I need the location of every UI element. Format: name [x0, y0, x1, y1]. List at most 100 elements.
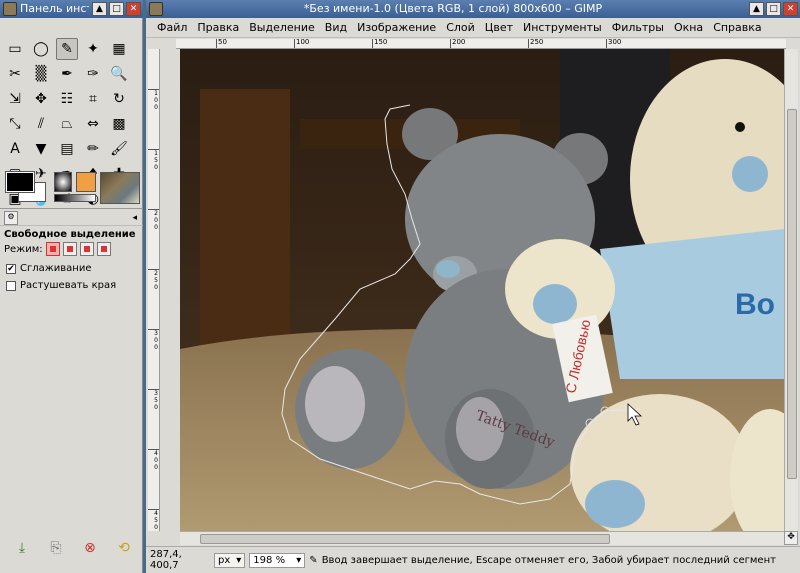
- fuzzy-select-icon[interactable]: ✦: [82, 38, 104, 60]
- active-image-thumbnail[interactable]: [100, 172, 140, 204]
- antialias-checkbox[interactable]: ✔: [6, 263, 16, 274]
- menu-item[interactable]: Справка: [708, 21, 766, 34]
- ruler-tick-label: 50: [216, 39, 227, 48]
- blend-icon[interactable]: ▤: [56, 138, 78, 160]
- minimize-button[interactable]: ▲: [749, 2, 764, 16]
- bucket-fill-icon[interactable]: ▼: [30, 138, 52, 160]
- text-icon[interactable]: A: [4, 138, 26, 160]
- crop-icon[interactable]: ⌗: [82, 88, 104, 110]
- flip-icon[interactable]: ⇔: [82, 113, 104, 135]
- maximize-button[interactable]: □: [766, 2, 781, 16]
- feather-option[interactable]: Растушевать края: [6, 280, 116, 291]
- menu-item[interactable]: Фильтры: [607, 21, 669, 34]
- close-button[interactable]: ✕: [126, 2, 141, 16]
- ruler-tick-label: 2 0 0: [148, 209, 159, 231]
- tool-options-bottom-bar: ⤓ ⎘ ⊗ ⟲: [14, 540, 132, 556]
- gimp-app-icon: [149, 2, 163, 16]
- image-titlebar[interactable]: *Без имени-1.0 (Цвета RGB, 1 слой) 800x6…: [146, 0, 800, 18]
- scissors-select-icon[interactable]: ✂: [4, 63, 26, 85]
- horizontal-scroll-thumb[interactable]: [200, 534, 610, 544]
- ruler-tick-label: 2 5 0: [148, 269, 159, 291]
- minimize-button[interactable]: ▲: [92, 2, 107, 16]
- zoom-value: 198 %: [253, 554, 286, 566]
- ruler-tick-label: 100: [294, 39, 310, 48]
- delete-options-icon[interactable]: ⊗: [82, 540, 98, 556]
- horizontal-scrollbar[interactable]: [180, 531, 784, 545]
- color-picker-icon[interactable]: ✑: [82, 63, 104, 85]
- image-canvas[interactable]: Tatty Teddy Bo С Любовью: [180, 49, 784, 531]
- mode-intersect-button[interactable]: [96, 242, 111, 256]
- scale-icon[interactable]: ⤡: [4, 113, 26, 135]
- menu-item[interactable]: Цвет: [480, 21, 518, 34]
- maximize-button[interactable]: □: [109, 2, 124, 16]
- menu-item[interactable]: Файл: [152, 21, 192, 34]
- lasso-icon: ✎: [309, 554, 318, 566]
- zoom-icon[interactable]: 🔍: [108, 63, 130, 85]
- vertical-ruler[interactable]: 1 0 0 1 5 0 2 0 0 2 5 0 3 0 0 3 5 0 4 0 0 4 5 0: [148, 49, 160, 531]
- gradient-preview[interactable]: [54, 194, 96, 202]
- color-select-icon[interactable]: ▦: [108, 38, 130, 60]
- mode-replace-button[interactable]: [45, 242, 60, 256]
- menu-item[interactable]: Изображение: [352, 21, 441, 34]
- menu-item[interactable]: Вид: [320, 21, 352, 34]
- ruler-tick-label: 1 5 0: [148, 149, 159, 171]
- foreground-color-swatch[interactable]: [5, 171, 35, 193]
- mode-add-button[interactable]: [62, 242, 77, 256]
- zoom-selector[interactable]: 198 % ▾: [249, 552, 306, 568]
- tool-options-title: Свободное выделение: [4, 229, 136, 240]
- ruler-tick-label: 4 0 0: [148, 449, 159, 471]
- ruler-tick-label: 150: [372, 39, 388, 48]
- navigate-button[interactable]: ✥: [784, 531, 798, 545]
- pointer-coordinates: 287,4, 400,7: [150, 549, 182, 571]
- tool-options-tab-icon[interactable]: ⚙: [4, 211, 18, 225]
- ruler-tick-label: 200: [450, 39, 466, 48]
- menu-item[interactable]: Окна: [669, 21, 708, 34]
- rotate-icon[interactable]: ↻: [108, 88, 130, 110]
- save-options-icon[interactable]: ⤓: [14, 540, 30, 556]
- foreground-select-icon[interactable]: ▒: [30, 63, 52, 85]
- mode-subtract-button[interactable]: [79, 242, 94, 256]
- ellipse-select-icon[interactable]: ◯: [30, 38, 52, 60]
- wood-panel: [200, 89, 290, 349]
- ruler-tick-label: 250: [528, 39, 544, 48]
- menu-item[interactable]: Слой: [441, 21, 480, 34]
- restore-options-icon[interactable]: ⎘: [48, 540, 64, 556]
- close-button[interactable]: ✕: [783, 2, 798, 16]
- pattern-preview[interactable]: [76, 172, 96, 192]
- align-icon[interactable]: ☷: [56, 88, 78, 110]
- chevron-down-icon: ▾: [296, 554, 302, 566]
- paths-icon[interactable]: ✒: [56, 63, 78, 85]
- reset-options-icon[interactable]: ⟲: [116, 540, 132, 556]
- brush-preview[interactable]: [54, 172, 72, 192]
- shear-icon[interactable]: ⫽: [30, 113, 52, 135]
- menu-item[interactable]: Выделение: [244, 21, 320, 34]
- measure-icon[interactable]: ⇲: [4, 88, 26, 110]
- cage-icon[interactable]: ▩: [108, 113, 130, 135]
- antialias-option[interactable]: ✔ Сглаживание: [6, 263, 91, 274]
- toolbox-window: Панель инструм ▲ □ ✕ ▭◯✎✦▦ ✂▒✒✑🔍 ⇲✥☷⌗↻ ⤡⫽⏢⇔…: [0, 0, 143, 573]
- perspective-icon[interactable]: ⏢: [56, 113, 78, 135]
- feather-checkbox[interactable]: [6, 280, 16, 291]
- rect-select-icon[interactable]: ▭: [4, 38, 26, 60]
- mode-row: Режим:: [4, 242, 111, 256]
- ruler-tick-label: 4 5 0: [148, 509, 159, 531]
- tab-menu-icon[interactable]: ◂: [132, 213, 137, 223]
- horizontal-ruler[interactable]: 50 100 150 200 250 300: [176, 39, 786, 49]
- unit-value: px: [218, 554, 231, 566]
- menu-bar: Файл Правка Выделение Вид Изображение Слой Цве…: [146, 18, 800, 38]
- tool-options-header: ⚙ ◂: [0, 208, 143, 226]
- menu-item[interactable]: Инструменты: [518, 21, 607, 34]
- vertical-scrollbar[interactable]: [784, 49, 798, 531]
- menu-item[interactable]: Правка: [192, 21, 244, 34]
- color-area: [4, 170, 144, 210]
- shirt-text: Bo: [735, 288, 775, 321]
- vertical-scroll-thumb[interactable]: [787, 109, 797, 479]
- free-select-icon[interactable]: ✎: [56, 38, 78, 60]
- paintbrush-icon[interactable]: 🖌: [108, 138, 130, 160]
- unit-selector[interactable]: px ▾: [214, 552, 246, 568]
- toolbox-titlebar[interactable]: Панель инструм ▲ □ ✕: [0, 0, 143, 18]
- ruler-corner[interactable]: [148, 39, 176, 49]
- move-icon[interactable]: ✥: [30, 88, 52, 110]
- mode-label: Режим:: [4, 243, 43, 255]
- pencil-icon[interactable]: ✏: [82, 138, 104, 160]
